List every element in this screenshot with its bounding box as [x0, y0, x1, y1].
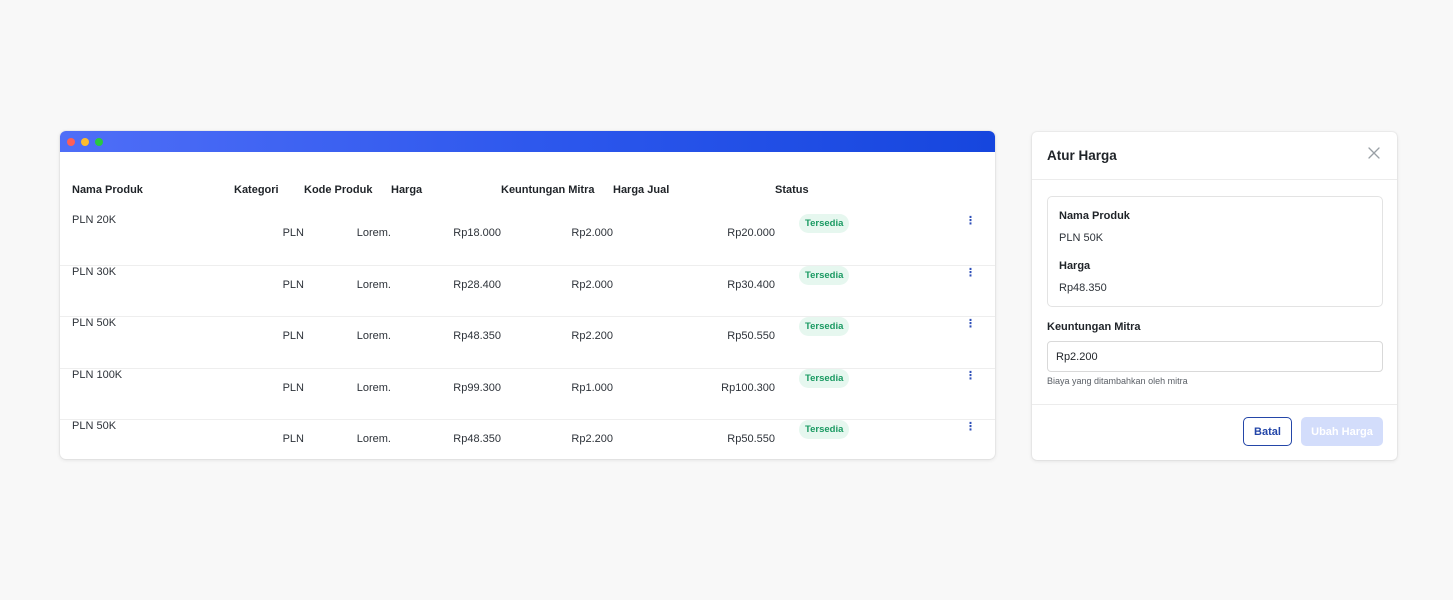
- status-badge: Tersedia: [799, 420, 850, 440]
- cell-partner-profit: Rp1.000: [501, 367, 613, 420]
- cell-price: Rp48.350: [391, 419, 501, 459]
- column-header-code[interactable]: Kode Produk: [304, 152, 391, 214]
- table-row[interactable]: PLN 30K PLN Lorem. Rp28.400 Rp2.000 Rp30…: [60, 264, 995, 317]
- column-header-sell-price[interactable]: Harga Jual: [613, 152, 775, 214]
- cell-actions: ⋮: [895, 419, 995, 459]
- cell-category: PLN: [234, 264, 304, 317]
- cell-category: PLN: [234, 316, 304, 369]
- close-icon[interactable]: [1367, 146, 1381, 160]
- cancel-button[interactable]: Batal: [1243, 417, 1292, 446]
- cell-price: Rp18.000: [453, 227, 501, 239]
- cell-price: Rp99.300: [391, 367, 501, 420]
- cell-partner-profit: Rp2.000: [571, 227, 613, 239]
- cell-actions: ⋮: [895, 214, 995, 265]
- cell-product-name: PLN 50K: [60, 316, 234, 369]
- status-badge: Tersedia: [799, 265, 850, 285]
- partner-profit-label: Keuntungan Mitra: [1047, 321, 1141, 333]
- column-header-partner-profit[interactable]: Keuntungan Mitra: [501, 152, 613, 214]
- product-table: Nama Produk Kategori Kode Produk Harga K…: [60, 152, 995, 459]
- product-table-window: Nama Produk Kategori Kode Produk Harga K…: [60, 131, 995, 459]
- set-price-modal: Atur Harga Nama Produk PLN 50K Harga Rp4…: [1032, 132, 1397, 460]
- cell-sell-price: Rp20.000: [727, 227, 775, 239]
- cell-category: PLN: [234, 419, 304, 459]
- window-minimize-dot[interactable]: [81, 138, 89, 146]
- column-header-category[interactable]: Kategori: [234, 152, 304, 214]
- cell-sell-price: Rp50.550: [613, 419, 775, 459]
- change-price-button[interactable]: Ubah Harga: [1301, 417, 1383, 446]
- column-header-name[interactable]: Nama Produk: [60, 152, 234, 214]
- cell-partner-profit: Rp2.200: [501, 316, 613, 369]
- cell-sell-price: Rp100.300: [613, 367, 775, 420]
- table-row[interactable]: PLN 20K PLN Lorem. Rp18.000 Rp2.000 Rp20…: [60, 214, 995, 265]
- cell-actions: ⋮: [895, 316, 995, 369]
- table-row[interactable]: PLN 50K PLN Lorem. Rp48.350 Rp2.200 Rp50…: [60, 419, 995, 459]
- modal-footer: Batal Ubah Harga: [1032, 404, 1397, 460]
- cell-product-code: Lorem.: [304, 367, 391, 420]
- cell-price: Rp28.400: [391, 264, 501, 317]
- cell-category: PLN: [234, 367, 304, 420]
- cell-price: Rp48.350: [391, 316, 501, 369]
- status-badge: Tersedia: [799, 214, 850, 233]
- cell-product-name: PLN 20K: [72, 214, 117, 226]
- more-vertical-icon[interactable]: ⋮: [965, 369, 976, 383]
- status-badge: Tersedia: [799, 368, 850, 388]
- more-vertical-icon[interactable]: ⋮: [965, 214, 976, 228]
- cell-product-code: Lorem.: [304, 316, 391, 369]
- cell-actions: ⋮: [895, 264, 995, 317]
- cell-status: Tersedia: [775, 214, 895, 265]
- more-vertical-icon[interactable]: ⋮: [965, 317, 976, 331]
- cell-product-code: Lorem.: [304, 419, 391, 459]
- window-maximize-dot[interactable]: [95, 138, 103, 146]
- cell-sell-price: Rp30.400: [613, 264, 775, 317]
- table-row[interactable]: PLN 50K PLN Lorem. Rp48.350 Rp2.200 Rp50…: [60, 316, 995, 369]
- price-label: Harga: [1059, 260, 1091, 272]
- product-name-label: Nama Produk: [1059, 210, 1130, 222]
- product-name-value: PLN 50K: [1059, 232, 1104, 244]
- window-titlebar: [60, 131, 995, 152]
- table-header-row: Nama Produk Kategori Kode Produk Harga K…: [60, 152, 995, 214]
- column-header-actions: [895, 152, 995, 214]
- cell-actions: ⋮: [895, 367, 995, 420]
- modal-title: Atur Harga: [1047, 148, 1117, 163]
- cell-status: Tersedia: [775, 264, 895, 317]
- partner-profit-input[interactable]: [1047, 341, 1383, 372]
- price-value: Rp48.350: [1059, 282, 1107, 294]
- table-row[interactable]: PLN 100K PLN Lorem. Rp99.300 Rp1.000 Rp1…: [60, 367, 995, 420]
- modal-header: Atur Harga: [1032, 132, 1397, 180]
- cell-sell-price: Rp50.550: [613, 316, 775, 369]
- cell-category: PLN: [282, 227, 304, 239]
- cell-product-code: Lorem.: [304, 264, 391, 317]
- cell-product-name: PLN 100K: [60, 367, 234, 420]
- cell-product-code: Lorem.: [356, 227, 391, 239]
- product-info-box: Nama Produk PLN 50K Harga Rp48.350: [1047, 196, 1383, 307]
- cell-partner-profit: Rp2.200: [501, 419, 613, 459]
- cell-partner-profit: Rp2.000: [501, 264, 613, 317]
- partner-profit-help-text: Biaya yang ditambahkan oleh mitra: [1047, 376, 1188, 386]
- cell-product-name: PLN 50K: [60, 419, 234, 459]
- more-vertical-icon[interactable]: ⋮: [965, 420, 976, 434]
- cell-product-name: PLN 30K: [60, 264, 234, 317]
- status-badge: Tersedia: [799, 317, 850, 337]
- cell-status: Tersedia: [775, 419, 895, 459]
- window-close-dot[interactable]: [67, 138, 75, 146]
- cell-status: Tersedia: [775, 316, 895, 369]
- more-vertical-icon[interactable]: ⋮: [965, 266, 976, 280]
- cell-status: Tersedia: [775, 367, 895, 420]
- column-header-status[interactable]: Status: [775, 152, 895, 214]
- column-header-price[interactable]: Harga: [391, 152, 501, 214]
